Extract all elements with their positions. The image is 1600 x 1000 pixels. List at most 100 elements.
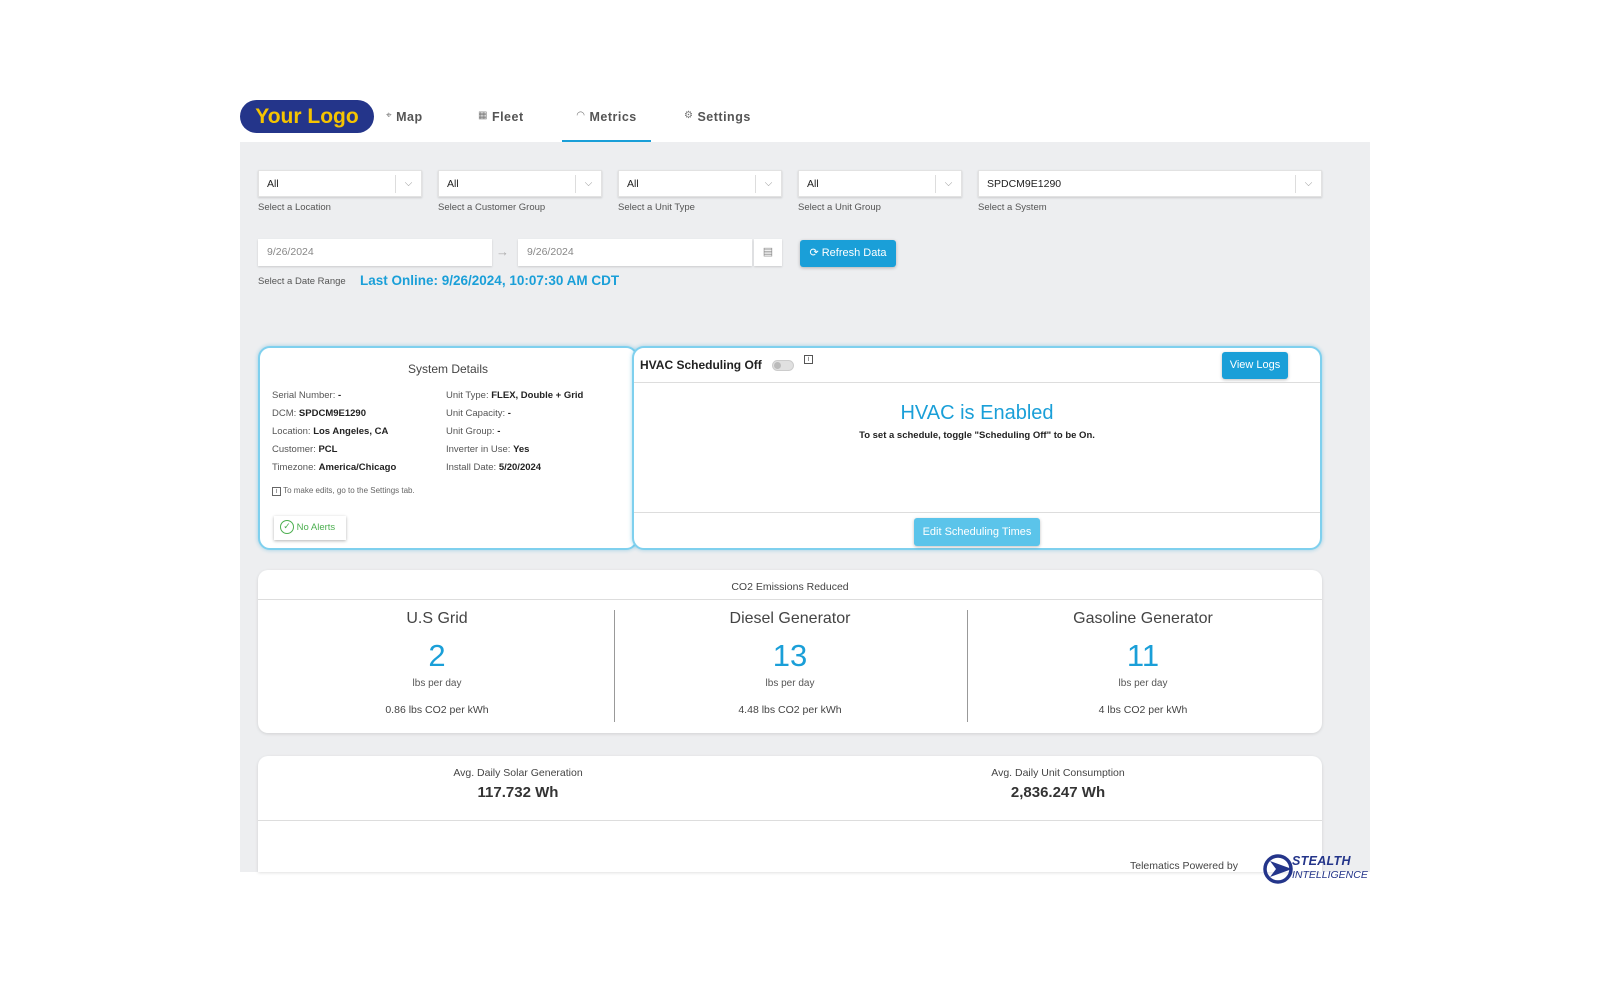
chevron-down-icon: ⌵ <box>395 175 421 193</box>
hvac-scheduling-label: HVAC Scheduling Off <box>640 358 762 372</box>
kv-value: Los Angeles, CA <box>313 426 389 437</box>
col-rate: 0.86 lbs CO2 per kWh <box>385 704 489 716</box>
customer-row: Customer: PCL <box>272 444 337 455</box>
start-date-input[interactable]: 9/26/2024 <box>258 239 492 266</box>
stealth-logo-icon <box>1263 854 1293 884</box>
hvac-hint: To set a schedule, toggle "Scheduling Of… <box>859 430 1095 441</box>
kv-label: Serial Number: <box>272 390 336 401</box>
select-value: All <box>627 178 639 190</box>
stat-value: 2,836.247 Wh <box>1010 784 1106 801</box>
last-online-status: Last Online: 9/26/2024, 10:07:30 AM CDT <box>360 273 620 288</box>
kv-value: SPDCM9E1290 <box>298 408 366 419</box>
card-title: System Details <box>407 362 489 376</box>
system-label: Select a System <box>978 202 1047 213</box>
tab-map[interactable]: ⌖ Map <box>386 104 423 142</box>
inverter-row: Inverter in Use: Yes <box>446 444 529 455</box>
customer-group-label: Select a Customer Group <box>438 202 546 213</box>
co2-card: CO2 Emissions Reduced U.S Grid 2 lbs per… <box>258 570 1322 733</box>
kv-value: PCL <box>318 444 338 455</box>
col-rate: 4.48 lbs CO2 per kWh <box>738 704 842 716</box>
select-value: All <box>807 178 819 190</box>
kv-value: FLEX, Double + Grid <box>491 390 584 401</box>
tab-label: Metrics <box>589 110 637 124</box>
col-name: Gasoline Generator <box>1073 610 1213 627</box>
tab-label: Settings <box>697 110 751 124</box>
chevron-down-icon: ⌵ <box>1295 175 1321 193</box>
tab-metrics[interactable]: ◠ Metrics <box>562 104 651 142</box>
kv-label: Customer: <box>272 444 316 455</box>
location-select[interactable]: All ⌵ <box>258 170 422 197</box>
date-range-label: Select a Date Range <box>258 276 346 287</box>
alerts-label: No Alerts <box>296 522 336 533</box>
top-nav: Your Logo ⌖ Map ▦ Fleet ◠ Metrics ⚙ Sett… <box>240 96 1370 142</box>
dcm-row: DCM: SPDCM9E1290 <box>272 408 366 419</box>
location-label: Select a Location <box>258 202 331 213</box>
unit-type-row: Unit Type: FLEX, Double + Grid <box>446 390 583 401</box>
view-logs-button[interactable]: View Logs <box>1222 352 1288 379</box>
logo[interactable]: Your Logo <box>240 100 374 133</box>
averages-card: Avg. Daily Solar Generation 117.732 Wh A… <box>258 756 1322 872</box>
system-select[interactable]: SPDCM9E1290 ⌵ <box>978 170 1322 197</box>
co2-col-grid: U.S Grid 2 lbs per day 0.86 lbs CO2 per … <box>260 610 614 716</box>
stat-value: 117.732 Wh <box>477 784 559 801</box>
col-unit: lbs per day <box>765 678 815 689</box>
kv-value: - <box>338 390 342 401</box>
alerts-badge[interactable]: ✓ No Alerts <box>274 516 346 540</box>
kv-value: - <box>507 408 511 419</box>
edit-note: i To make edits, go to the Settings tab. <box>272 486 415 496</box>
app-frame: Your Logo ⌖ Map ▦ Fleet ◠ Metrics ⚙ Sett… <box>240 96 1370 872</box>
kv-label: Unit Capacity: <box>446 408 506 419</box>
customer-group-select[interactable]: All ⌵ <box>438 170 602 197</box>
unit-type-select[interactable]: All ⌵ <box>618 170 782 197</box>
chevron-down-icon: ⌵ <box>575 175 601 193</box>
note-text: To make edits, go to the Settings tab. <box>283 486 415 495</box>
button-label: Refresh Data <box>821 247 887 259</box>
co2-col-gasoline: Gasoline Generator 11 lbs per day 4 lbs … <box>966 610 1320 716</box>
card-title: CO2 Emissions Reduced <box>731 581 849 593</box>
info-icon: i <box>272 487 281 496</box>
unit-group-select[interactable]: All ⌵ <box>798 170 962 197</box>
gear-icon: ⚙ <box>684 110 694 121</box>
divider <box>634 512 1320 513</box>
col-value: 13 <box>772 638 808 673</box>
col-unit: lbs per day <box>412 678 462 689</box>
install-date-row: Install Date: 5/20/2024 <box>446 462 541 473</box>
tab-label: Fleet <box>491 110 524 124</box>
toggle-knob <box>774 362 781 369</box>
tab-settings[interactable]: ⚙ Settings <box>684 104 751 142</box>
edit-scheduling-button[interactable]: Edit Scheduling Times <box>914 518 1040 546</box>
location-row: Location: Los Angeles, CA <box>272 426 388 437</box>
kv-label: Install Date: <box>446 462 497 473</box>
kv-value: - <box>497 426 501 437</box>
col-rate: 4 lbs CO2 per kWh <box>1098 704 1188 716</box>
grid-icon: ▦ <box>478 110 488 121</box>
tab-label: Map <box>396 110 423 124</box>
brand-line-2: INTELLIGENCE <box>1292 869 1368 881</box>
unit-group-row: Unit Group: - <box>446 426 500 437</box>
kv-value: America/Chicago <box>318 462 397 473</box>
tab-fleet[interactable]: ▦ Fleet <box>478 104 524 142</box>
gauge-icon: ◠ <box>576 110 586 121</box>
divider <box>634 382 1320 383</box>
col-value: 2 <box>428 638 446 673</box>
kv-label: Unit Type: <box>446 390 489 401</box>
unit-consumption-stat: Avg. Daily Unit Consumption 2,836.247 Wh <box>888 767 1228 801</box>
unit-type-label: Select a Unit Type <box>618 202 695 213</box>
chevron-down-icon: ⌵ <box>935 175 961 193</box>
unit-group-label: Select a Unit Group <box>798 202 881 213</box>
chevron-down-icon: ⌵ <box>755 175 781 193</box>
kv-label: Inverter in Use: <box>446 444 511 455</box>
refresh-data-button[interactable]: ⟳ Refresh Data <box>800 240 896 267</box>
map-pin-icon: ⌖ <box>386 110 393 121</box>
stat-label: Avg. Daily Unit Consumption <box>991 767 1125 779</box>
col-unit: lbs per day <box>1118 678 1168 689</box>
kv-value: 5/20/2024 <box>498 462 542 473</box>
calendar-icon[interactable]: ▤ <box>754 239 782 266</box>
scheduling-toggle[interactable] <box>772 360 794 371</box>
info-icon[interactable]: i <box>804 355 813 364</box>
stealth-intelligence-logo: STEALTH INTELLIGENCE <box>1262 852 1372 886</box>
kv-label: Unit Group: <box>446 426 495 437</box>
serial-row: Serial Number: - <box>272 390 341 401</box>
end-date-input[interactable]: 9/26/2024 <box>518 239 752 266</box>
kv-label: DCM: <box>272 408 297 419</box>
